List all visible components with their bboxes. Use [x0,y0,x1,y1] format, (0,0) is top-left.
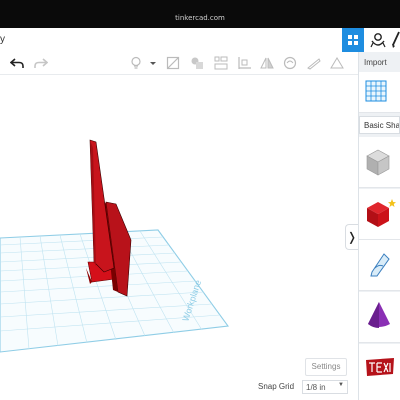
notes-icon[interactable] [330,56,344,70]
shape-tile-cone[interactable] [359,292,400,343]
snap-grid-select[interactable]: 1/8 in ▼ [302,380,348,394]
scribble-icon [370,253,390,277]
align-icon[interactable] [214,56,228,70]
shape-tile-box-hole[interactable] [359,137,400,188]
toolbar [0,52,358,75]
ungroup-icon[interactable] [190,56,204,70]
box-icon [367,199,396,227]
brush-icon[interactable] [391,31,400,49]
redo-icon[interactable] [34,56,48,70]
text-shape-icon [366,358,394,376]
shape-tile-scribble[interactable] [359,240,400,291]
grid-panel-tile[interactable] [359,72,400,113]
undo-icon[interactable] [10,56,24,70]
panel-toggle-button[interactable]: ❭ [345,224,358,250]
url-text[interactable]: tinkercad.com [0,14,400,22]
mirror-icon[interactable] [238,56,252,70]
group-icon[interactable] [166,56,180,70]
view-3d-icon[interactable] [370,31,386,49]
flip-icon[interactable] [260,56,274,70]
shape-category-select[interactable]: Basic Shap [359,116,400,134]
snap-grid-value: 1/8 in [306,383,326,392]
app-header: y [0,28,400,53]
browser-url-bar: tinkercad.com [0,0,400,28]
light-bulb-icon[interactable] [129,56,143,70]
design-title[interactable]: y [0,34,5,45]
cruise-icon[interactable] [283,56,297,70]
grid-view-button[interactable] [342,28,364,52]
snap-grid-label: Snap Grid [258,382,295,391]
chevron-down-icon[interactable] [148,56,158,70]
chevron-down-icon: ▼ [338,382,344,388]
import-button[interactable]: Import [364,58,387,67]
ruler-icon[interactable] [307,56,321,70]
box-hole-icon [366,149,390,176]
cone-icon [368,302,390,328]
workplane-scene[interactable]: Workplane [0,75,358,400]
settings-button[interactable]: Settings [305,358,347,376]
shape-tile-text[interactable] [359,344,400,400]
shape-tile-box[interactable] [359,189,400,240]
workplane-grid-icon [365,80,387,102]
